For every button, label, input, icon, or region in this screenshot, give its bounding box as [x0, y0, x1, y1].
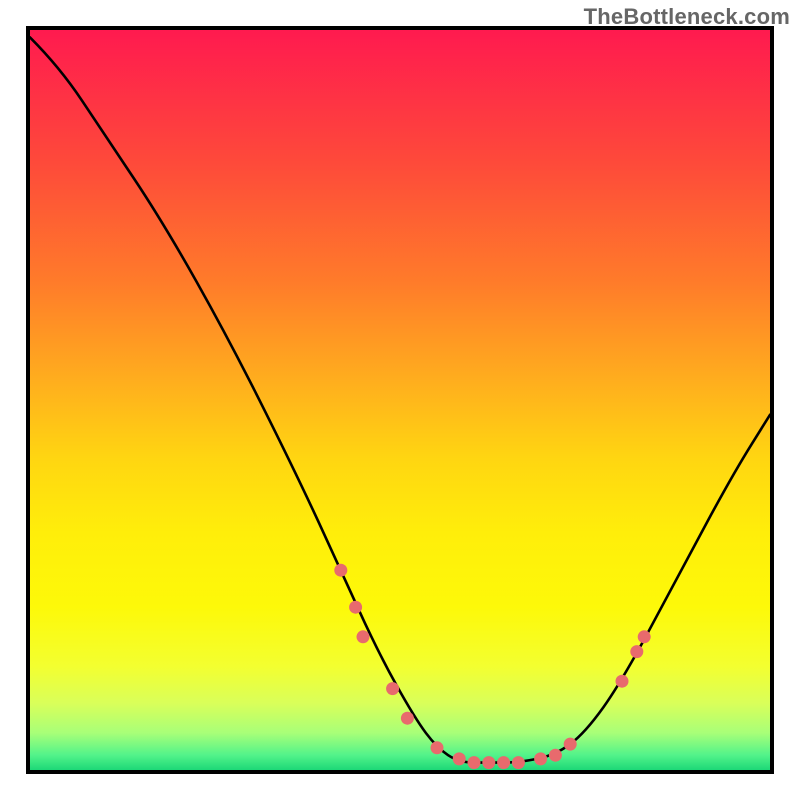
curve-marker — [386, 682, 399, 695]
curve-marker — [468, 756, 481, 769]
watermark-text: TheBottleneck.com — [584, 4, 790, 30]
curve-marker — [638, 630, 651, 643]
bottleneck-curve — [30, 37, 770, 762]
curve-marker — [549, 749, 562, 762]
curve-marker — [482, 756, 495, 769]
curve-marker — [431, 741, 444, 754]
curve-marker — [453, 752, 466, 765]
chart-frame — [26, 26, 774, 774]
curve-marker — [630, 645, 643, 658]
curve-marker — [357, 630, 370, 643]
curve-marker — [497, 756, 510, 769]
curve-marker — [334, 564, 347, 577]
chart-stage: TheBottleneck.com — [0, 0, 800, 800]
curve-marker — [616, 675, 629, 688]
curve-layer — [30, 30, 770, 770]
marker-group — [334, 564, 650, 769]
curve-marker — [564, 738, 577, 751]
curve-marker — [349, 601, 362, 614]
curve-marker — [401, 712, 414, 725]
curve-marker — [512, 756, 525, 769]
curve-marker — [534, 752, 547, 765]
